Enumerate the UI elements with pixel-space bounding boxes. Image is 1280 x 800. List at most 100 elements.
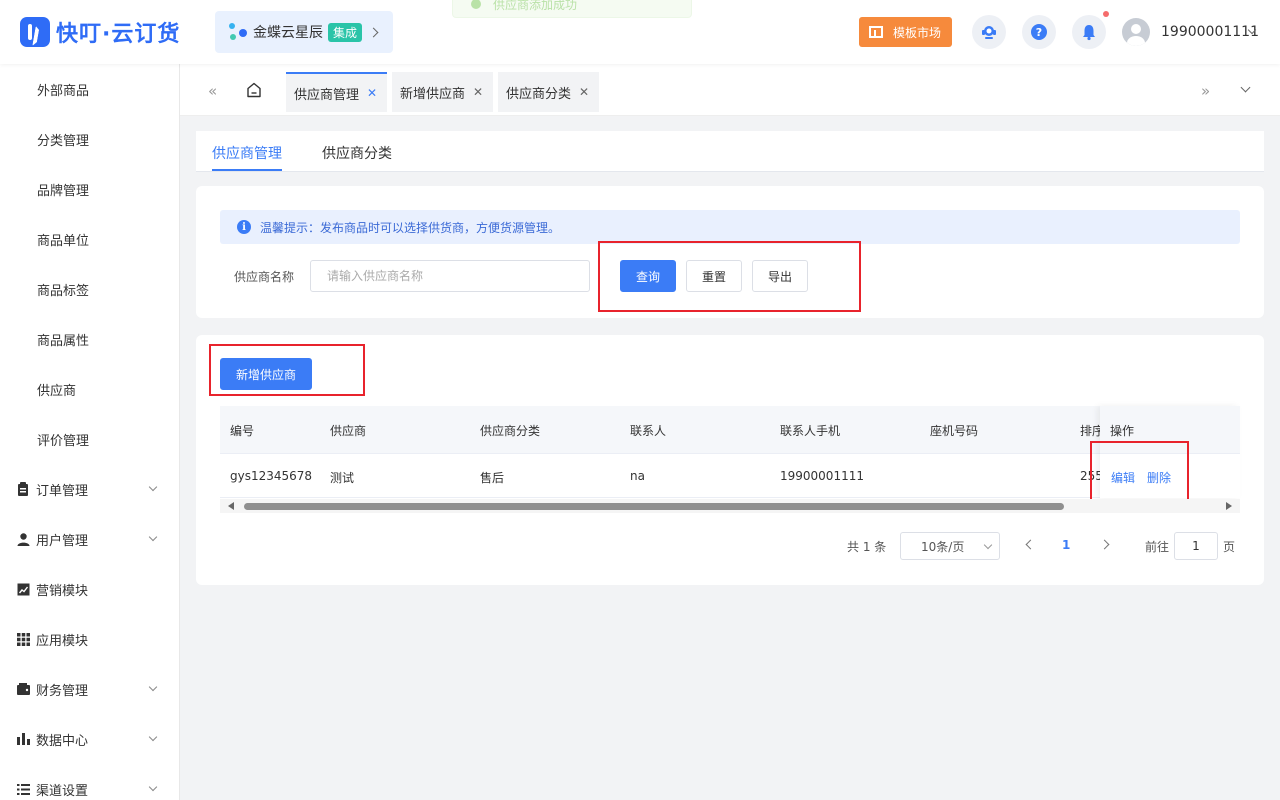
chevron-down-icon [983, 540, 993, 550]
clipboard-icon [16, 482, 30, 496]
chevron-down-icon [148, 482, 158, 492]
chart-line-icon [16, 582, 30, 596]
sidebar-item-label: 渠道设置 [36, 783, 89, 799]
cell-code: gys12345678 [230, 469, 313, 483]
user-name[interactable]: 19900001111 [1161, 24, 1259, 40]
template-icon [869, 26, 883, 38]
svg-text:?: ? [1036, 26, 1042, 39]
sidebar-item-unit[interactable]: 商品单位 [0, 214, 180, 264]
wallet-icon [16, 682, 30, 696]
supplier-name-input[interactable] [310, 260, 590, 292]
horizontal-scrollbar[interactable] [220, 499, 1240, 513]
notification-button[interactable] [1072, 15, 1106, 49]
scroll-right-arrow-icon[interactable] [1226, 502, 1232, 510]
help-icon: ? [1031, 24, 1047, 40]
sidebar-item-label: 订单管理 [36, 483, 89, 499]
sidebar-item-supplier[interactable]: 供应商 [0, 364, 180, 414]
info-icon: i [237, 220, 251, 234]
sidebar-item-attribute[interactable]: 商品属性 [0, 314, 180, 364]
kingdee-icon [227, 21, 249, 43]
close-icon[interactable]: ✕ [367, 86, 377, 100]
sidebar-item-users[interactable]: 用户管理 [0, 514, 180, 564]
sidebar-item-finance[interactable]: 财务管理 [0, 664, 180, 714]
logo-text: 快叮·云订货 [56, 22, 181, 47]
sidebar-item-label: 数据中心 [36, 733, 89, 749]
sidebar-item-external-goods[interactable]: 外部商品 [0, 64, 180, 114]
sidebar-item-data-center[interactable]: 数据中心 [0, 714, 180, 764]
success-icon [471, 0, 481, 9]
help-button[interactable]: ? [1022, 15, 1056, 49]
scroll-left-icon[interactable]: « [208, 82, 217, 100]
scroll-right-icon[interactable]: » [1201, 82, 1210, 100]
active-tab-indicator [212, 169, 282, 171]
integration-button[interactable]: 金蝶云星辰 集成 [215, 11, 393, 53]
sidebar-item-label: 商品属性 [37, 333, 90, 349]
column-header: 编号 [230, 424, 255, 438]
subtab-supplier-management[interactable]: 供应商管理 [212, 143, 282, 163]
tab-label: 新增供应商 [400, 86, 466, 102]
scrollbar-thumb[interactable] [244, 503, 1064, 510]
chevron-down-icon [148, 732, 158, 742]
integration-badge: 集成 [328, 22, 363, 42]
sidebar-item-label: 用户管理 [36, 533, 89, 549]
tab-supplier-management[interactable]: 供应商管理 ✕ [286, 72, 387, 112]
avatar[interactable] [1122, 18, 1150, 46]
sidebar-item-label: 外部商品 [37, 83, 90, 99]
current-page[interactable]: 1 [1062, 538, 1070, 552]
app-logo[interactable]: 快叮·云订货 [20, 16, 180, 48]
toast-text: 供应商添加成功 [493, 0, 578, 12]
list-icon [16, 782, 30, 796]
chevron-down-icon [148, 682, 158, 692]
sidebar-item-label: 分类管理 [37, 133, 90, 149]
column-header: 联系人手机 [780, 424, 841, 438]
goto-label: 前往 [1145, 540, 1170, 554]
success-toast: 供应商添加成功 [452, 0, 692, 18]
sidebar-item-brand[interactable]: 品牌管理 [0, 164, 180, 214]
highlight-box [209, 344, 365, 396]
tab-label: 供应商分类 [506, 86, 572, 102]
user-icon [16, 532, 30, 546]
chevron-right-icon [368, 27, 379, 37]
chevron-down-icon [148, 782, 158, 792]
sidebar: 外部商品 分类管理 品牌管理 商品单位 商品标签 商品属性 供应商 评价管理 订… [0, 64, 180, 800]
column-header: 供应商分类 [480, 424, 541, 438]
sidebar-item-orders[interactable]: 订单管理 [0, 464, 180, 514]
bell-icon [1083, 25, 1095, 41]
sub-tabs: 供应商管理 供应商分类 [196, 131, 1264, 172]
close-icon[interactable]: ✕ [473, 85, 483, 99]
bar-chart-icon [16, 732, 30, 746]
sidebar-item-review[interactable]: 评价管理 [0, 414, 180, 464]
logo-icon [20, 17, 50, 47]
cell-contact: na [630, 469, 645, 483]
customer-service-button[interactable] [972, 15, 1006, 49]
goto-page-input[interactable] [1174, 532, 1218, 560]
home-icon[interactable] [246, 82, 262, 98]
sidebar-item-label: 商品单位 [37, 233, 90, 249]
cell-category: 售后 [480, 471, 505, 485]
sidebar-item-category[interactable]: 分类管理 [0, 114, 180, 164]
tabs-menu-chevron-icon[interactable] [1240, 82, 1251, 93]
column-header: 供应商 [330, 424, 367, 438]
close-icon[interactable]: ✕ [579, 85, 589, 99]
subtab-supplier-category[interactable]: 供应商分类 [322, 143, 392, 163]
cell-name: 测试 [330, 471, 355, 485]
headset-icon [982, 26, 996, 39]
sidebar-item-tag[interactable]: 商品标签 [0, 264, 180, 314]
column-header: 联系人 [630, 424, 667, 438]
sidebar-item-label: 营销模块 [36, 583, 89, 599]
tab-add-supplier[interactable]: 新增供应商 ✕ [392, 72, 493, 112]
sidebar-item-label: 评价管理 [37, 433, 90, 449]
sidebar-item-channel[interactable]: 渠道设置 [0, 764, 180, 800]
scroll-left-arrow-icon[interactable] [228, 502, 234, 510]
sidebar-item-label: 商品标签 [37, 283, 90, 299]
column-header: 操作 [1110, 424, 1135, 438]
sidebar-item-apps[interactable]: 应用模块 [0, 614, 180, 664]
tip-text: 温馨提示：发布商品时可以选择供货商，方便货源管理。 [260, 220, 561, 235]
page-size-select[interactable]: 10条/页 [900, 532, 1000, 560]
tab-supplier-category[interactable]: 供应商分类 ✕ [498, 72, 599, 112]
sidebar-item-label: 财务管理 [36, 683, 89, 699]
template-market-button[interactable]: 模板市场 [859, 17, 952, 47]
total-count: 共 1 条 [847, 540, 887, 554]
chevron-down-icon [148, 532, 158, 542]
sidebar-item-marketing[interactable]: 营销模块 [0, 564, 180, 614]
